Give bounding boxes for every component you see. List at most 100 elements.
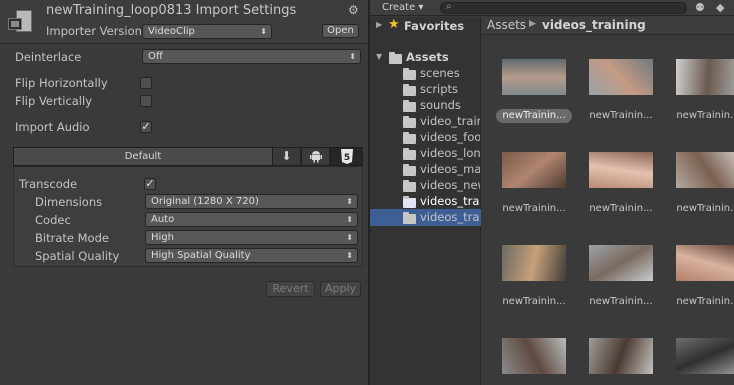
dropdown-arrows-icon: ⬍	[346, 197, 353, 206]
video-thumbnail[interactable]	[589, 245, 653, 281]
video-thumbnail[interactable]	[676, 59, 734, 95]
favorites-star-icon: ★	[388, 17, 400, 32]
folder-icon	[403, 100, 416, 112]
asset-grid: Assets ▶ videos_training newTrainin... ne…	[482, 17, 734, 385]
spatial-quality-dropdown[interactable]: High Spatial Quality ⬍	[145, 248, 358, 263]
video-thumbnail[interactable]	[589, 338, 653, 374]
tab-default[interactable]: Default	[14, 148, 272, 165]
html5-icon: 5	[341, 149, 353, 164]
tree-assets[interactable]: Assets	[406, 49, 449, 65]
bitrate-mode-dropdown[interactable]: High ⬍	[145, 230, 358, 245]
dimensions-label: Dimensions	[35, 195, 103, 209]
dropdown-arrows-icon: ⬍	[346, 215, 353, 224]
breadcrumb-assets[interactable]: Assets	[487, 18, 526, 32]
thumbnail-label: newTrainin...	[496, 109, 572, 123]
video-thumbnail[interactable]	[502, 152, 566, 188]
tree-folder[interactable]: videos_tra	[420, 209, 480, 225]
deinterlace-dropdown[interactable]: Off ⬍	[142, 49, 361, 64]
codec-dropdown[interactable]: Auto ⬍	[145, 212, 358, 227]
thumbnail-label: newTrainin...	[589, 203, 653, 214]
import-audio-checkbox[interactable]: ✓	[140, 121, 152, 133]
flip-horizontally-checkbox[interactable]	[140, 77, 152, 89]
folder-icon	[403, 196, 416, 208]
dropdown-arrows-icon: ⬍	[346, 251, 353, 260]
folder-icon	[403, 212, 416, 224]
folder-icon	[389, 52, 402, 64]
thumbnail-label: newTrainin...	[589, 110, 653, 121]
flip-vertically-checkbox[interactable]	[140, 95, 152, 107]
dropdown-arrows-icon: ⬍	[349, 52, 356, 61]
import-audio-label: Import Audio	[15, 120, 90, 134]
tree-folder[interactable]: scripts	[420, 81, 480, 97]
codec-label: Codec	[35, 213, 71, 227]
search-icon: ⌕	[446, 1, 452, 12]
video-thumbnail[interactable]	[676, 245, 734, 281]
html5-glyph: 5	[344, 153, 350, 163]
inspector-title: newTraining_loop0813 Import Settings	[46, 3, 297, 18]
settings-gear-icon[interactable]: ⚙	[348, 3, 359, 17]
thumbnail-label: newTrainin...	[502, 203, 566, 214]
tree-folder[interactable]: videos_ma	[420, 161, 480, 177]
thumbnail-label: newTrainin...	[676, 110, 734, 121]
folder-icon	[403, 132, 416, 144]
importer-version-label: Importer Version	[46, 24, 142, 38]
open-button[interactable]: Open	[322, 24, 359, 38]
video-thumbnail[interactable]	[502, 59, 566, 95]
importer-version-dropdown[interactable]: VideoClip ⬍	[142, 24, 272, 39]
folder-icon	[403, 116, 416, 128]
breadcrumb-current[interactable]: videos_training	[542, 18, 646, 32]
video-thumbnail[interactable]	[589, 59, 653, 95]
video-thumbnail[interactable]	[676, 338, 734, 374]
tree-folder[interactable]: scenes	[420, 65, 480, 81]
thumbnail-label: newTrainin...	[676, 203, 734, 214]
inspector-panel: newTraining_loop0813 Import Settings ⚙ I…	[0, 0, 368, 385]
video-thumbnail[interactable]	[502, 245, 566, 281]
tree-folder[interactable]: videos_lon	[420, 145, 480, 161]
dropdown-arrows-icon: ⬍	[260, 27, 267, 36]
tree-favorites[interactable]: Favorites	[404, 18, 464, 34]
tree-folder[interactable]: videos_foo	[420, 129, 480, 145]
deinterlace-value: Off	[148, 51, 163, 62]
platform-tab-bar: Default ⬇ 5	[13, 147, 363, 166]
download-icon: ⬇	[281, 149, 292, 163]
bitrate-mode-value: High	[151, 232, 174, 243]
video-thumbnail[interactable]	[502, 338, 566, 374]
expand-triangle-icon[interactable]: ▶	[376, 20, 382, 29]
folder-icon	[403, 180, 416, 192]
revert-button[interactable]: Revert	[266, 281, 315, 297]
apply-button[interactable]: Apply	[320, 281, 361, 297]
video-thumbnail[interactable]	[676, 152, 734, 188]
folder-icon	[403, 84, 416, 96]
tree-folder[interactable]: sounds	[420, 97, 480, 113]
tree-folder[interactable]: video_trair	[420, 113, 480, 129]
flip-horizontally-label: Flip Horizontally	[15, 76, 108, 90]
folder-icon	[403, 68, 416, 80]
transcode-checkbox[interactable]: ✓	[144, 178, 156, 190]
dimensions-value: Original (1280 X 720)	[151, 196, 259, 207]
filter-by-type-icon[interactable]: ⚉	[695, 1, 705, 14]
filter-by-label-icon[interactable]: ◆	[716, 1, 724, 14]
tab-android[interactable]	[301, 148, 329, 165]
thumbnail-label: newTrainin...	[676, 296, 734, 307]
search-input[interactable]: ⌕	[440, 1, 687, 14]
importer-version-value: VideoClip	[148, 26, 195, 37]
create-dropdown[interactable]: Create ▾	[382, 2, 423, 13]
dropdown-arrows-icon: ⬍	[346, 233, 353, 242]
folder-icon	[403, 148, 416, 160]
thumbnail-label: newTrainin...	[589, 296, 653, 307]
transcode-label: Transcode	[19, 177, 78, 191]
checkmark-icon: ✓	[141, 120, 151, 133]
breadcrumb: Assets ▶ videos_training	[482, 17, 734, 35]
video-thumbnail[interactable]	[589, 152, 653, 188]
android-icon	[309, 151, 322, 163]
dimensions-dropdown[interactable]: Original (1280 X 720) ⬍	[145, 194, 358, 209]
project-toolbar: Create ▾ ⌕ ⚉ ◆	[370, 0, 734, 16]
tab-standalone[interactable]: ⬇	[272, 148, 300, 165]
tab-webgl[interactable]: 5	[330, 148, 363, 165]
collapse-triangle-icon[interactable]: ▼	[376, 52, 382, 61]
tree-folder-selected[interactable]: videos_tra	[420, 193, 480, 209]
project-panel: Create ▾ ⌕ ⚉ ◆ ▶ ★ Favorites ▼ Assets sc…	[370, 0, 734, 385]
checkmark-icon: ✓	[145, 177, 155, 190]
folder-icon	[403, 164, 416, 176]
tree-folder[interactable]: videos_new	[420, 177, 480, 193]
